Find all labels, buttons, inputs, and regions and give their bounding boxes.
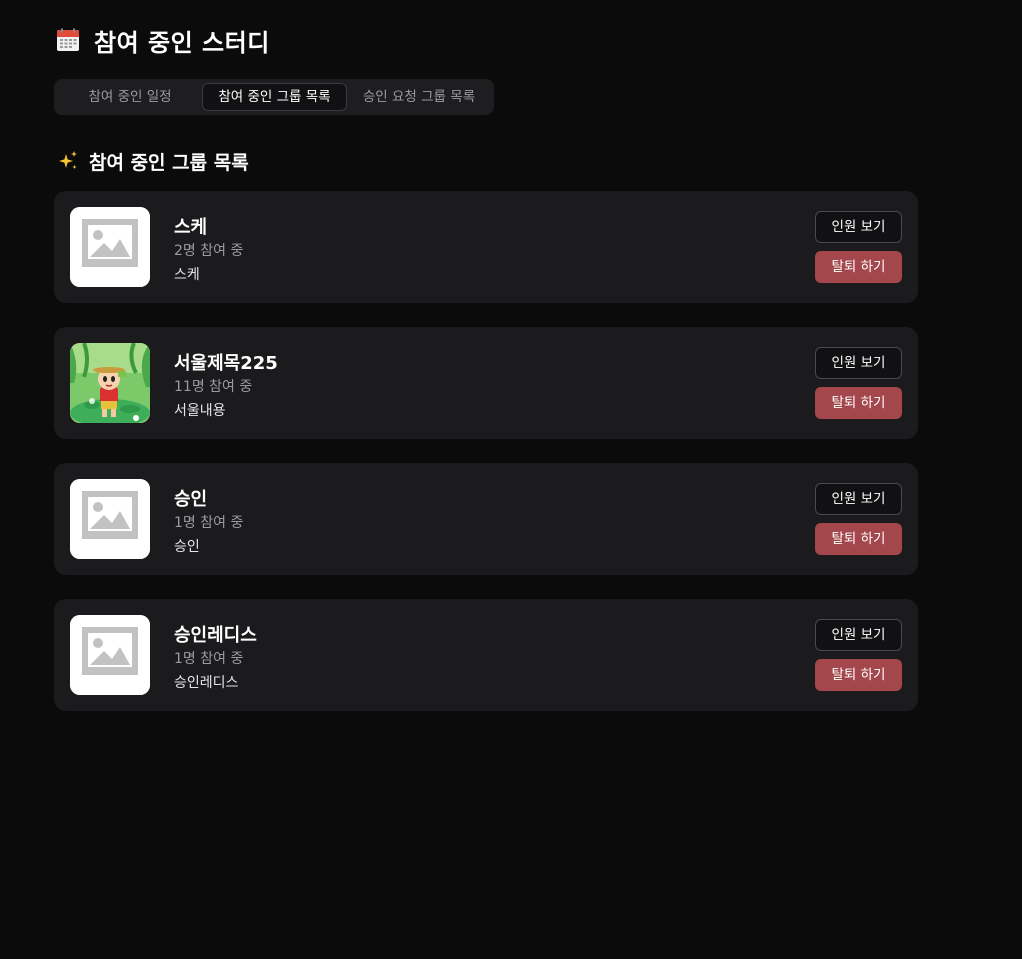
page-title: 참여 중인 스터디: [94, 28, 270, 57]
group-card: 승인레디스 1명 참여 중 승인레디스 인원 보기 탈퇴 하기: [54, 599, 918, 711]
sparkle-icon: [59, 151, 77, 169]
group-card: 서울제목225 11명 참여 중 서울내용 인원 보기 탈퇴 하기: [54, 327, 918, 439]
leave-group-button[interactable]: 탈퇴 하기: [815, 523, 902, 555]
view-members-button[interactable]: 인원 보기: [815, 483, 902, 515]
member-count: 1명 참여 중: [174, 515, 244, 531]
section-title: 참여 중인 그룹 목록: [89, 151, 249, 174]
group-card: 스케 2명 참여 중 스케 인원 보기 탈퇴 하기: [54, 191, 918, 303]
page: 참여 중인 스터디 참여 중인 일정 참여 중인 그룹 목록 승인 요청 그룹 …: [0, 0, 1022, 959]
member-count: 2명 참여 중: [174, 243, 244, 259]
group-description: 서울내용: [174, 403, 226, 419]
placeholder-image-icon: [70, 207, 150, 287]
calendar-icon: [57, 28, 79, 51]
group-name: 승인레디스: [174, 625, 257, 646]
placeholder-image-icon: [70, 615, 150, 695]
cartoon-character-image: [70, 343, 150, 423]
tab-pending-groups[interactable]: 승인 요청 그룹 목록: [351, 83, 487, 111]
group-name: 스케: [174, 217, 208, 238]
view-members-button[interactable]: 인원 보기: [815, 347, 902, 379]
group-name: 승인: [174, 489, 208, 510]
leave-group-button[interactable]: 탈퇴 하기: [815, 387, 902, 419]
view-members-button[interactable]: 인원 보기: [815, 619, 902, 651]
tab-joined-groups[interactable]: 참여 중인 그룹 목록: [202, 83, 347, 111]
section-header: 참여 중인 그룹 목록: [57, 146, 249, 176]
group-description: 스케: [174, 267, 200, 283]
page-header: 참여 중인 스터디: [56, 24, 270, 57]
group-card: 승인 1명 참여 중 승인 인원 보기 탈퇴 하기: [54, 463, 918, 575]
member-count: 1명 참여 중: [174, 651, 244, 667]
leave-group-button[interactable]: 탈퇴 하기: [815, 659, 902, 691]
member-count: 11명 참여 중: [174, 379, 253, 395]
leave-group-button[interactable]: 탈퇴 하기: [815, 251, 902, 283]
placeholder-image-icon: [70, 479, 150, 559]
tab-bar: 참여 중인 일정 참여 중인 그룹 목록 승인 요청 그룹 목록: [54, 79, 494, 115]
group-description: 승인레디스: [174, 675, 239, 691]
group-name: 서울제목225: [174, 353, 278, 374]
tab-schedule[interactable]: 참여 중인 일정: [68, 83, 192, 111]
group-description: 승인: [174, 539, 200, 555]
view-members-button[interactable]: 인원 보기: [815, 211, 902, 243]
